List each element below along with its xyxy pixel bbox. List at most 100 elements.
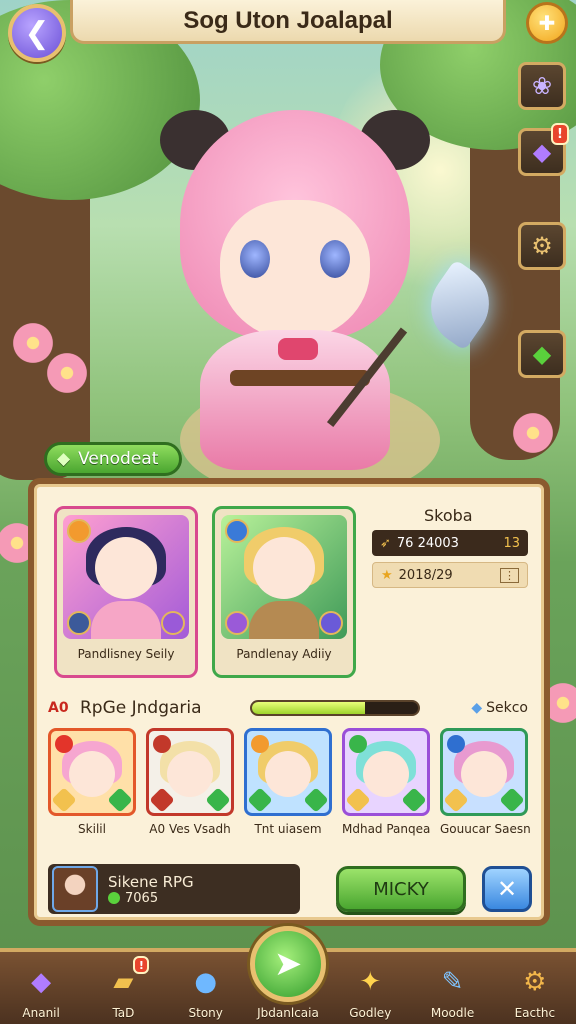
nav-item-eacthc[interactable]: ⚙ Eacthc: [494, 952, 576, 1024]
nav-label: Stony: [188, 1006, 223, 1020]
unit-face: [69, 751, 115, 797]
back-button[interactable]: ❮: [8, 4, 66, 62]
element-icon: [303, 787, 329, 813]
unit-portrait: [342, 728, 430, 816]
stat-value: 76 24003: [396, 535, 459, 551]
pink-flower: [510, 410, 556, 456]
arrow-emblem-icon: ➤: [249, 926, 326, 1002]
stat-row-power: ➶ 76 24003 13: [372, 530, 528, 556]
page-title: Sog Uton Joalapal: [183, 6, 393, 34]
quill-icon: ✎: [441, 967, 464, 997]
card-body: [91, 601, 161, 639]
notification-badge: !: [133, 956, 150, 974]
crystal-icon: ◆: [31, 967, 52, 997]
rank-icon: [251, 735, 269, 753]
nav-label: Moodle: [430, 1006, 475, 1020]
roster-unit[interactable]: A0 Ves Vsadh: [146, 728, 234, 848]
bottom-nav: ◆ Ananil ▰ ! TaD ● Stony ➤ Jbdanlcaia ✦ …: [0, 926, 576, 1024]
nav-item-moodle[interactable]: ✎ Moodle: [411, 952, 493, 1024]
roster-list: Skilil A0 Ves Vsadh Tnt uiasem Mdhad Pan…: [48, 728, 531, 848]
unit-name: Mdhad Panqea: [342, 822, 431, 836]
add-gem-button[interactable]: ✚: [526, 2, 568, 44]
green-leaf-icon: ◆: [532, 340, 552, 368]
featured-card-art: [63, 515, 189, 639]
unit-face: [363, 751, 409, 797]
star-rank-icon: [247, 787, 273, 813]
crystal-staff: [326, 259, 505, 440]
element-gem-icon: [67, 611, 91, 635]
side-button-gem[interactable]: ◆ !: [518, 123, 569, 176]
title-banner: Sog Uton Joalapal: [70, 0, 506, 44]
nav-item-center[interactable]: ➤ Jbdanlcaia: [247, 926, 329, 1024]
rank-icon: [447, 735, 465, 753]
card-face: [95, 537, 157, 599]
nav-label: Eacthc: [514, 1006, 556, 1020]
gear-icon: ⚙: [523, 967, 547, 997]
team-progress-bar: [250, 700, 420, 716]
card-body: [249, 601, 319, 639]
hero-eye-left: [240, 240, 270, 278]
unit-name: Gouucar Saesn: [440, 822, 531, 836]
nav-item-ananil[interactable]: ◆ Ananil: [0, 952, 82, 1024]
rank-gem-icon: [225, 519, 249, 543]
roster-unit[interactable]: Tnt uiasem: [244, 728, 332, 848]
element-icon: [107, 787, 133, 813]
unit-portrait: [48, 728, 136, 816]
featured-card-name: Pandlenay Adiiy: [236, 647, 332, 661]
hero-eye-right: [320, 240, 350, 278]
avatar: [52, 866, 98, 912]
nav-item-godley[interactable]: ✦ Godley: [329, 952, 411, 1024]
team-select-link[interactable]: ◆ Sekco: [471, 700, 528, 716]
team-name: RpGe Jndgaria: [80, 698, 202, 718]
side-button-crystal[interactable]: ❀: [518, 62, 566, 110]
star-icon: ★: [381, 567, 393, 583]
pink-flower: [44, 350, 90, 396]
nav-label: Jbdanlcaia: [257, 1006, 319, 1020]
player-info[interactable]: Sikene RPG 7065: [48, 864, 300, 914]
stat-extra: 13: [503, 535, 520, 551]
player-currency-value: 7065: [125, 890, 159, 906]
nav-label: Godley: [349, 1006, 392, 1020]
class-gem-icon: [319, 611, 343, 635]
star-rank-icon: [51, 787, 77, 813]
featured-card-1[interactable]: Pandlisney Seily: [54, 506, 198, 678]
unit-face: [461, 751, 507, 797]
side-button-leaf[interactable]: ◆: [518, 330, 566, 378]
rank-icon: [153, 735, 171, 753]
potion-icon: [225, 611, 249, 635]
back-arrow-icon: ❮: [24, 15, 50, 51]
element-icon: [401, 787, 427, 813]
star-rank-icon: [149, 787, 175, 813]
nav-item-tad[interactable]: ▰ ! TaD: [82, 952, 164, 1024]
leaf-icon: ◆: [57, 449, 71, 469]
close-button[interactable]: ✕: [482, 866, 532, 912]
gear-icon: ⚙: [531, 232, 553, 260]
stats-title: Skoba: [424, 506, 473, 525]
unit-name: Tnt uiasem: [254, 822, 322, 836]
unit-name: Skilil: [78, 822, 106, 836]
unit-portrait: [440, 728, 528, 816]
roster-unit[interactable]: Mdhad Panqea: [342, 728, 430, 848]
nav-item-stony[interactable]: ● Stony: [165, 952, 247, 1024]
roster-unit[interactable]: Gouucar Saesn: [440, 728, 531, 848]
section-tag-label: Venodeat: [78, 449, 159, 469]
nav-label: Ananil: [22, 1006, 60, 1020]
nav-label: TaD: [112, 1006, 135, 1020]
rank-gem-icon: [67, 519, 91, 543]
section-tag[interactable]: ◆ Venodeat: [44, 442, 182, 476]
featured-card-2[interactable]: Pandlenay Adiiy: [212, 506, 356, 678]
purple-gem-icon: ◆: [532, 138, 552, 166]
staff-crystal: [415, 259, 505, 351]
notification-badge: !: [551, 123, 569, 145]
stat-value: 2018/29: [398, 567, 453, 583]
orb-icon: ●: [194, 967, 218, 997]
card-face: [253, 537, 315, 599]
stat-extra: ⋮: [500, 567, 519, 583]
roster-unit[interactable]: Skilil: [48, 728, 136, 848]
hero-bow: [278, 338, 318, 360]
side-button-settings[interactable]: ⚙: [518, 222, 566, 270]
crystal-flower-icon: ❀: [531, 72, 553, 100]
team-code: A0: [48, 700, 69, 716]
primary-action-button[interactable]: MICKY: [336, 866, 466, 912]
plus-icon: ✚: [538, 11, 556, 35]
